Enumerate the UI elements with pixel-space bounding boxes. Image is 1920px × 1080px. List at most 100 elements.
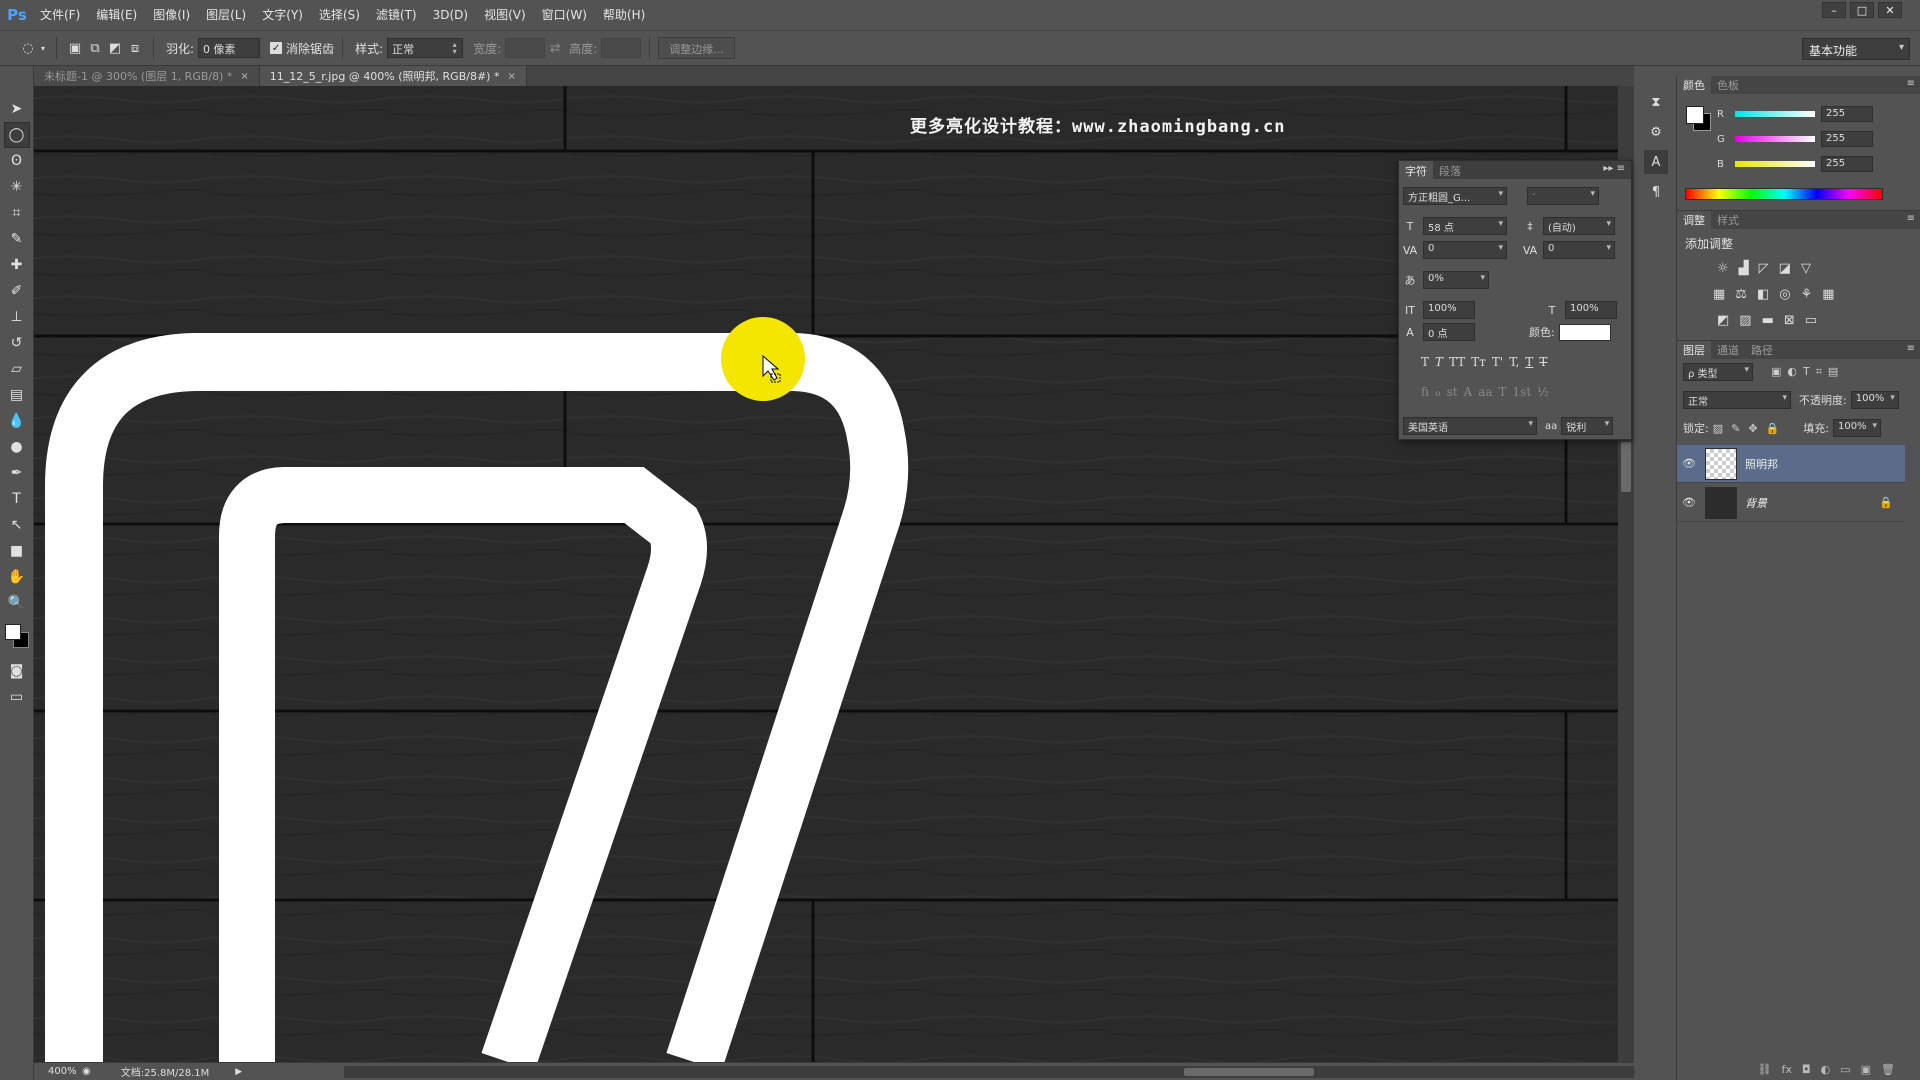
lock-options-icons[interactable]: ▨✎✥🔒 bbox=[1713, 422, 1788, 435]
small-caps-button[interactable]: Tт bbox=[1471, 355, 1486, 369]
quick-mask-icon[interactable]: ◙ bbox=[4, 658, 30, 684]
stylistic-alternates-button[interactable]: aa bbox=[1478, 385, 1492, 399]
new-selection-icon[interactable]: ▣ bbox=[65, 38, 85, 58]
menu-view[interactable]: 视图(V) bbox=[476, 0, 534, 30]
color-balance-icon[interactable]: ⚖ bbox=[1735, 287, 1747, 302]
superscript-button[interactable]: T' bbox=[1492, 355, 1503, 369]
tab-paths[interactable]: 路径 bbox=[1745, 341, 1779, 359]
close-tab-icon[interactable]: × bbox=[240, 71, 248, 82]
layer-name[interactable]: 背景 bbox=[1745, 495, 1767, 511]
tab-color[interactable]: 颜色 bbox=[1677, 76, 1711, 94]
status-info-icon[interactable]: ◉ bbox=[82, 1066, 91, 1077]
add-mask-icon[interactable]: ◘ bbox=[1802, 1063, 1811, 1076]
menu-file[interactable]: 文件(F) bbox=[32, 0, 88, 30]
style-select[interactable]: 正常 bbox=[387, 38, 464, 58]
close-tab-icon[interactable]: × bbox=[507, 71, 515, 82]
language-select[interactable]: 美国英语 bbox=[1403, 417, 1537, 435]
text-color-swatch[interactable] bbox=[1558, 323, 1611, 341]
document-tab[interactable]: 未标题-1 @ 300% (图层 1, RGB/8) * × bbox=[34, 66, 260, 86]
tab-layers[interactable]: 图层 bbox=[1677, 341, 1711, 359]
color-swatches[interactable] bbox=[3, 622, 31, 652]
subtract-from-selection-icon[interactable]: ◩ bbox=[105, 38, 125, 58]
ligatures-button[interactable]: fi bbox=[1421, 385, 1429, 399]
layer-filter-icons[interactable]: ▣◐T⌗▤ bbox=[1771, 365, 1844, 379]
brush-tool-icon[interactable]: ✐ bbox=[4, 278, 30, 304]
character-panel-icon[interactable]: A bbox=[1644, 150, 1668, 174]
font-style-select[interactable]: - bbox=[1527, 187, 1599, 205]
menu-3d[interactable]: 3D(D) bbox=[425, 0, 476, 30]
foreground-color-swatch[interactable] bbox=[1686, 106, 1704, 124]
menu-image[interactable]: 图像(I) bbox=[145, 0, 198, 30]
baseline-shift-input[interactable]: 0 点 bbox=[1423, 323, 1475, 341]
underline-button[interactable]: T bbox=[1525, 355, 1533, 369]
kerning-select[interactable]: 0 bbox=[1423, 241, 1507, 259]
zoom-level[interactable]: 400% bbox=[34, 1066, 82, 1077]
canvas[interactable]: 更多亮化设计教程：www.zhaomingbang.cn bbox=[34, 86, 1618, 1062]
elliptical-marquee-tool-icon[interactable]: ◯ bbox=[3, 122, 30, 148]
new-layer-icon[interactable]: ▣ bbox=[1861, 1063, 1871, 1076]
red-slider[interactable] bbox=[1735, 111, 1815, 117]
blur-tool-icon[interactable]: 💧 bbox=[4, 408, 30, 434]
opacity-input[interactable]: 100% bbox=[1850, 391, 1899, 409]
foreground-color-swatch[interactable] bbox=[4, 624, 21, 640]
rectangle-tool-icon[interactable]: ■ bbox=[4, 538, 30, 564]
brightness-contrast-icon[interactable]: ☼ bbox=[1717, 261, 1729, 276]
blend-mode-select[interactable]: 正常 bbox=[1683, 391, 1791, 409]
horizontal-scrollbar-thumb[interactable] bbox=[1184, 1068, 1314, 1076]
clone-stamp-tool-icon[interactable]: ⊥ bbox=[4, 304, 30, 330]
font-size-select[interactable]: 58 点 bbox=[1423, 217, 1507, 235]
panel-menu-icon[interactable]: ≡ bbox=[1907, 213, 1915, 224]
close-button[interactable]: ✕ bbox=[1878, 2, 1902, 18]
hand-tool-icon[interactable]: ✋ bbox=[4, 564, 30, 590]
maximize-button[interactable]: □ bbox=[1850, 2, 1874, 18]
eyedropper-tool-icon[interactable]: ✎ bbox=[4, 226, 30, 252]
red-value-input[interactable]: 255 bbox=[1821, 106, 1873, 122]
healing-brush-tool-icon[interactable]: ✚ bbox=[4, 252, 30, 278]
contextual-alternates-button[interactable]: ℴ bbox=[1435, 385, 1441, 399]
gradient-map-icon[interactable]: ▭ bbox=[1805, 313, 1817, 328]
hue-saturation-icon[interactable]: ▦ bbox=[1713, 287, 1725, 302]
color-spectrum-bar[interactable] bbox=[1685, 188, 1883, 200]
link-layers-icon[interactable]: ⛓ bbox=[1758, 1063, 1772, 1076]
panel-menu-icon[interactable]: ≡ bbox=[1907, 343, 1915, 354]
channel-mixer-icon[interactable]: ⚘ bbox=[1801, 287, 1813, 302]
width-input[interactable] bbox=[505, 38, 546, 58]
adjustment-layer-icon[interactable]: ◐ bbox=[1821, 1063, 1831, 1076]
magic-wand-tool-icon[interactable]: ✳ bbox=[4, 174, 30, 200]
screen-mode-icon[interactable]: ▭ bbox=[4, 684, 30, 710]
history-brush-tool-icon[interactable]: ↺ bbox=[4, 330, 30, 356]
zoom-tool-icon[interactable]: 🔍 bbox=[4, 590, 30, 616]
black-white-icon[interactable]: ◧ bbox=[1757, 287, 1769, 302]
path-selection-tool-icon[interactable]: ↖ bbox=[4, 512, 30, 538]
tab-swatches[interactable]: 色板 bbox=[1711, 76, 1745, 94]
new-group-icon[interactable]: ▭ bbox=[1840, 1063, 1850, 1076]
elliptical-marquee-icon[interactable]: ◌ bbox=[18, 38, 38, 58]
dodge-tool-icon[interactable]: ● bbox=[4, 434, 30, 460]
threshold-icon[interactable]: ▬ bbox=[1762, 313, 1774, 328]
curves-icon[interactable]: ◸ bbox=[1759, 261, 1769, 276]
layer-effects-icon[interactable]: fx bbox=[1782, 1063, 1792, 1076]
gradient-tool-icon[interactable]: ▤ bbox=[4, 382, 30, 408]
pen-tool-icon[interactable]: ✒ bbox=[4, 460, 30, 486]
fill-input[interactable]: 100% bbox=[1832, 419, 1881, 437]
font-family-select[interactable]: 方正粗圆_G... bbox=[1403, 187, 1507, 205]
crop-tool-icon[interactable]: ⌗ bbox=[4, 200, 30, 226]
ordinals-button[interactable]: 1st bbox=[1513, 385, 1532, 399]
vibrance-icon[interactable]: ▽ bbox=[1801, 261, 1811, 276]
status-menu-arrow-icon[interactable]: ▶ bbox=[235, 1067, 242, 1077]
intersect-selection-icon[interactable]: ⧈ bbox=[125, 38, 145, 58]
eraser-tool-icon[interactable]: ▱ bbox=[4, 356, 30, 382]
tool-preset-chevron-icon[interactable]: ▾ bbox=[38, 38, 48, 58]
photo-filter-icon[interactable]: ◎ bbox=[1779, 287, 1790, 302]
layer-name[interactable]: 照明邦 bbox=[1745, 456, 1778, 472]
layer-filter-select[interactable]: ρ 类型 bbox=[1683, 363, 1753, 381]
vertical-scale-input[interactable]: 100% bbox=[1423, 301, 1475, 319]
tab-character[interactable]: 字符 bbox=[1399, 161, 1433, 179]
horizontal-scrollbar[interactable] bbox=[344, 1066, 1634, 1078]
layer-row[interactable]: 👁 照明邦 bbox=[1677, 445, 1905, 483]
antialias-select[interactable]: 锐利 bbox=[1561, 417, 1614, 435]
swap-icon[interactable]: ⇄ bbox=[545, 38, 565, 58]
type-tool-icon[interactable]: T bbox=[4, 486, 30, 512]
levels-icon[interactable]: ▟ bbox=[1739, 261, 1749, 276]
discretionary-ligatures-button[interactable]: st bbox=[1447, 385, 1458, 399]
